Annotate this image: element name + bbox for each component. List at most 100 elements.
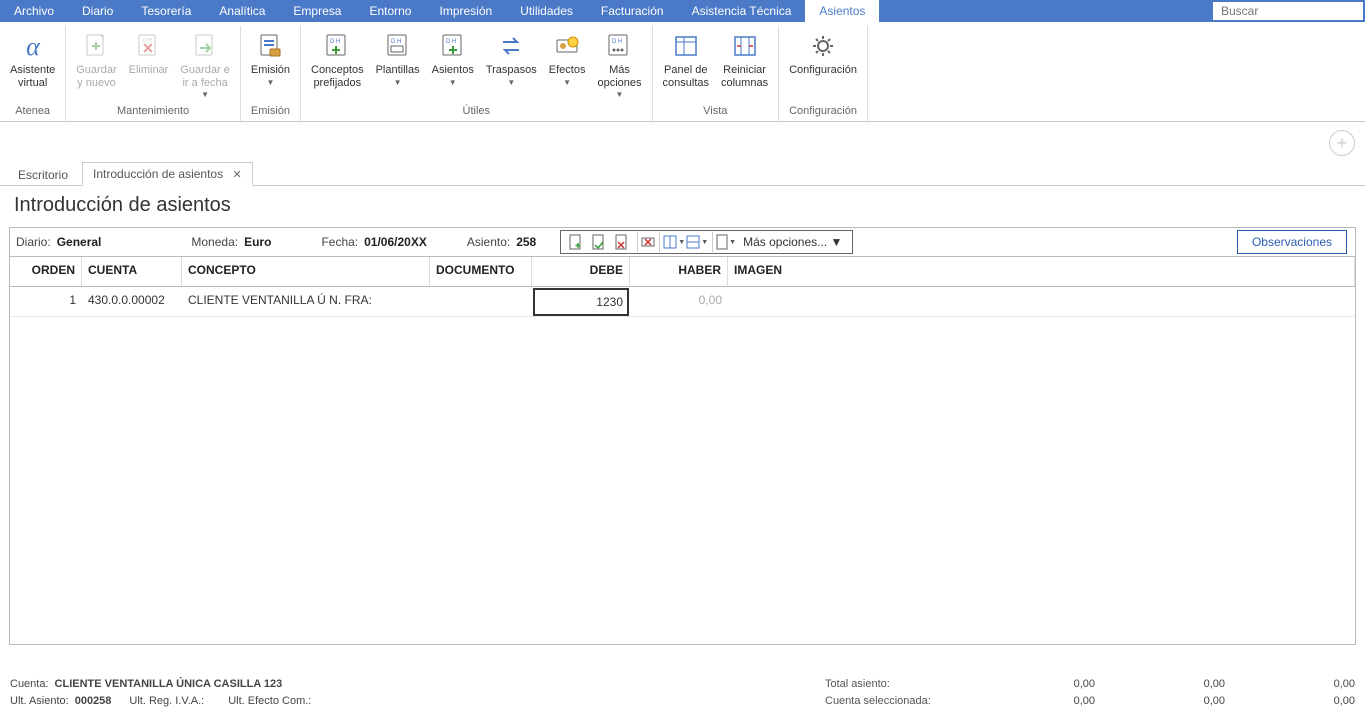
reiniciar-columnas-button[interactable]: Reiniciarcolumnas — [715, 26, 774, 89]
tab-introduccion-asientos[interactable]: Introducción de asientos ✕ — [82, 162, 253, 186]
diario-value[interactable]: General — [57, 235, 102, 249]
configuracion-button[interactable]: Configuración — [783, 26, 863, 77]
doc-x-icon: D H — [132, 30, 164, 62]
ribbon: α Asistentevirtual Atenea Guardary nuevo… — [0, 22, 1365, 122]
tool-grid1-button[interactable]: ▼ — [659, 232, 685, 252]
cell-cuenta[interactable]: 430.0.0.00002 — [82, 287, 182, 316]
menu-diario[interactable]: Diario — [68, 0, 127, 22]
chevron-down-icon: ▼ — [563, 78, 571, 87]
cell-haber[interactable]: 0,00 — [630, 287, 728, 316]
menu-utilidades[interactable]: Utilidades — [506, 0, 587, 22]
cell-documento[interactable] — [430, 287, 532, 316]
tool-doc-delete-button[interactable] — [611, 232, 633, 252]
chevron-down-icon: ▼ — [831, 235, 843, 249]
doc-arrow-icon — [189, 30, 221, 62]
dh-asientos-icon: D H — [437, 30, 469, 62]
col-cuenta[interactable]: CUENTA — [82, 257, 182, 286]
mas-opciones-dropdown[interactable]: Más opciones... ▼ — [737, 235, 848, 249]
chevron-down-icon: ▼ — [201, 90, 209, 99]
menu-tesoreria[interactable]: Tesorería — [127, 0, 205, 22]
chevron-down-icon: ▼ — [449, 78, 457, 87]
status-cuenta-label: Cuenta: — [10, 676, 49, 693]
tab-escritorio[interactable]: Escritorio — [8, 164, 78, 186]
efectos-button[interactable]: Efectos ▼ — [543, 26, 592, 87]
observaciones-button[interactable]: Observaciones — [1237, 230, 1347, 254]
col-haber[interactable]: HABER — [630, 257, 728, 286]
page-title: Introducción de asientos — [0, 186, 1365, 227]
tool-row-delete-button[interactable] — [637, 232, 655, 252]
mas-opciones-button[interactable]: D H Másopciones ▼ — [591, 26, 647, 99]
tool-doc-save-button[interactable] — [588, 232, 610, 252]
grid-header: ORDEN CUENTA CONCEPTO DOCUMENTO DEBE HAB… — [10, 257, 1355, 287]
col-documento[interactable]: DOCUMENTO — [430, 257, 532, 286]
menu-asistencia[interactable]: Asistencia Técnica — [678, 0, 806, 22]
cuenta-sel-v3: 0,00 — [1235, 693, 1355, 710]
status-cuenta-value: CLIENTE VENTANILLA ÚNICA CASILLA 123 — [55, 676, 283, 693]
traspasos-icon — [495, 30, 527, 62]
panel-consultas-button[interactable]: Panel deconsultas — [657, 26, 715, 89]
mini-toolbar: ▼ ▼ ▼ Más opciones... ▼ — [560, 230, 853, 254]
menu-archivo[interactable]: Archivo — [0, 0, 68, 22]
chevron-down-icon: ▼ — [616, 90, 624, 99]
plantillas-button[interactable]: D H Plantillas ▼ — [370, 26, 426, 87]
emision-button[interactable]: Emisión ▼ — [245, 26, 296, 87]
cell-orden[interactable]: 1 — [10, 287, 82, 316]
conceptos-prefijados-button[interactable]: D H Conceptosprefijados — [305, 26, 370, 89]
ribbon-group-configuracion: Configuración Configuración — [779, 26, 868, 121]
dh-plus-icon: D H — [321, 30, 353, 62]
cell-imagen[interactable] — [728, 287, 1355, 316]
menu-asientos[interactable]: Asientos — [805, 0, 879, 22]
cuenta-sel-v2: 0,00 — [1105, 693, 1225, 710]
chevron-down-icon: ▼ — [394, 78, 402, 87]
menu-analitica[interactable]: Analítica — [205, 0, 279, 22]
menu-facturacion[interactable]: Facturación — [587, 0, 678, 22]
efectos-icon — [551, 30, 583, 62]
svg-text:D H: D H — [446, 39, 456, 45]
menu-empresa[interactable]: Empresa — [279, 0, 355, 22]
ult-asiento-label: Ult. Asiento: — [10, 693, 69, 710]
debe-input[interactable]: 1230 — [533, 288, 629, 316]
tool-grid2-button[interactable]: ▼ — [686, 232, 708, 252]
panel-icon — [670, 30, 702, 62]
asistente-virtual-button[interactable]: α Asistentevirtual — [4, 26, 61, 89]
dh-template-icon: D H — [382, 30, 414, 62]
tool-doc-dropdown-button[interactable]: ▼ — [712, 232, 736, 252]
ribbon-group-mantenimiento: Guardary nuevo D H Eliminar Guardar eir … — [66, 26, 241, 121]
add-tab-button[interactable]: + — [1329, 130, 1355, 156]
total-asiento-v2: 0,00 — [1105, 676, 1225, 693]
ribbon-group-utiles: D H Conceptosprefijados D H Plantillas ▼… — [301, 26, 653, 121]
cuenta-sel-v1: 0,00 — [975, 693, 1095, 710]
ribbon-group-atenea: α Asistentevirtual Atenea — [0, 26, 66, 121]
col-imagen[interactable]: IMAGEN — [728, 257, 1355, 286]
cuenta-seleccionada-label: Cuenta seleccionada: — [825, 693, 965, 710]
svg-text:D H: D H — [330, 39, 340, 45]
fecha-value[interactable]: 01/06/20XX — [364, 235, 427, 249]
status-bar: Cuenta: CLIENTE VENTANILLA ÚNICA CASILLA… — [10, 676, 1355, 709]
ribbon-group-vista: Panel deconsultas Reiniciarcolumnas Vist… — [653, 26, 780, 121]
asiento-value[interactable]: 258 — [516, 235, 536, 249]
columns-icon — [729, 30, 761, 62]
col-orden[interactable]: ORDEN — [10, 257, 82, 286]
chevron-down-icon: ▼ — [507, 78, 515, 87]
menu-entorno[interactable]: Entorno — [355, 0, 425, 22]
cell-concepto[interactable]: CLIENTE VENTANILLA Ú N. FRA: — [182, 287, 430, 316]
moneda-value[interactable]: Euro — [244, 235, 271, 249]
tab-strip: Escritorio Introducción de asientos ✕ — [0, 122, 1365, 186]
table-row[interactable]: 1 430.0.0.00002 CLIENTE VENTANILLA Ú N. … — [10, 287, 1355, 317]
menu-impresion[interactable]: Impresión — [425, 0, 506, 22]
alpha-icon: α — [17, 30, 49, 62]
traspasos-button[interactable]: Traspasos ▼ — [480, 26, 543, 87]
guardar-fecha-button: Guardar eir a fecha ▼ — [174, 26, 236, 99]
total-asiento-label: Total asiento: — [825, 676, 965, 693]
tool-doc-new-button[interactable] — [565, 232, 587, 252]
cell-debe[interactable]: 1230 — [532, 287, 630, 316]
col-debe[interactable]: DEBE — [532, 257, 630, 286]
dh-more-icon: D H — [603, 30, 635, 62]
asientos-button[interactable]: D H Asientos ▼ — [426, 26, 480, 87]
guardar-nuevo-button: Guardary nuevo — [70, 26, 122, 89]
search-input[interactable] — [1213, 2, 1363, 20]
col-concepto[interactable]: CONCEPTO — [182, 257, 430, 286]
doc-plus-icon — [80, 30, 112, 62]
close-icon[interactable]: ✕ — [232, 169, 241, 181]
moneda-label: Moneda: — [191, 235, 238, 249]
